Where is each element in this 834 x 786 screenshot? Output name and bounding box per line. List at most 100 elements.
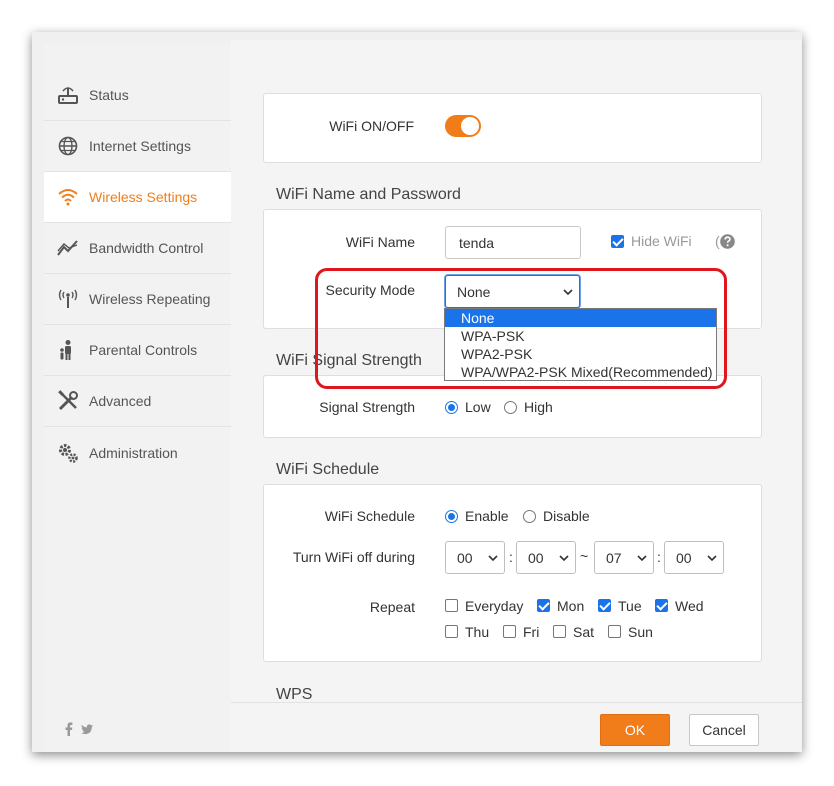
day-thu-checkbox[interactable] <box>445 625 458 638</box>
sidebar-item-label: Advanced <box>89 393 152 409</box>
turn-off-label: Turn WiFi off during <box>292 549 415 565</box>
cancel-button[interactable]: Cancel <box>689 714 759 746</box>
router-admin-window: Status Internet Settings Wireless Settin… <box>32 32 802 752</box>
day-tue-checkbox[interactable] <box>598 599 611 612</box>
time-colon: : <box>509 549 513 565</box>
twitter-icon[interactable] <box>81 722 93 736</box>
sidebar-item-advanced[interactable]: Advanced <box>44 376 231 427</box>
schedule-disable-radio[interactable] <box>523 510 536 523</box>
globe-icon <box>57 135 79 157</box>
wifi-icon <box>57 186 79 208</box>
hide-wifi-label: Hide WiFi <box>631 233 692 249</box>
day-sun-checkbox[interactable] <box>608 625 621 638</box>
sidebar-item-parental-controls[interactable]: Parental Controls <box>44 325 231 376</box>
signal-strength-card: Signal Strength Low High <box>263 375 762 438</box>
start-minute-select[interactable]: 00 <box>516 541 576 574</box>
day-fri-checkbox[interactable] <box>503 625 516 638</box>
chevron-down-icon <box>563 288 573 295</box>
sidebar-item-bandwidth-control[interactable]: Bandwidth Control <box>44 223 231 274</box>
repeat-label: Repeat <box>369 599 415 615</box>
start-hour-value: 00 <box>457 549 473 566</box>
social-links <box>63 722 93 736</box>
dropdown-option-wpa-wpa2-mixed[interactable]: WPA/WPA2-PSK Mixed(Recommended) <box>445 363 716 381</box>
dropdown-option-wpa-psk[interactable]: WPA-PSK <box>445 327 716 345</box>
schedule-disable-label: Disable <box>543 508 590 524</box>
signal-low-label: Low <box>465 399 491 415</box>
security-mode-value: None <box>457 283 491 300</box>
time-range-tilde: ~ <box>580 548 589 564</box>
sidebar-item-administration[interactable]: Administration <box>44 427 231 478</box>
signal-high-radio[interactable] <box>504 401 517 414</box>
day-sat-checkbox[interactable] <box>553 625 566 638</box>
wifi-name-label: WiFi Name <box>345 234 415 250</box>
chevron-down-icon <box>488 554 498 561</box>
chevron-down-icon <box>637 554 647 561</box>
hide-wifi-checkbox[interactable] <box>611 235 624 248</box>
sidebar-item-internet-settings[interactable]: Internet Settings <box>44 121 231 172</box>
section-title-name-password: WiFi Name and Password <box>276 186 461 203</box>
sidebar-item-label: Bandwidth Control <box>89 240 204 256</box>
wifi-switch-label: WiFi ON/OFF <box>329 118 414 134</box>
day-wed-label: Wed <box>675 598 704 614</box>
dropdown-option-wpa2-psk[interactable]: WPA2-PSK <box>445 345 716 363</box>
day-mon-label: Mon <box>557 598 585 614</box>
signal-high-label: High <box>524 399 553 415</box>
day-thu-label: Thu <box>465 624 490 640</box>
dropdown-option-none[interactable]: None <box>445 309 716 327</box>
wifi-name-value: tenda <box>459 234 495 251</box>
section-title-signal-strength: WiFi Signal Strength <box>276 352 422 369</box>
antenna-icon <box>57 288 79 310</box>
sidebar-item-label: Administration <box>89 444 178 461</box>
end-minute-value: 00 <box>676 549 692 566</box>
sidebar-item-label: Internet Settings <box>89 138 191 154</box>
start-minute-value: 00 <box>528 549 544 566</box>
family-icon <box>57 339 79 361</box>
main-content: WiFi ON/OFF WiFi Name and Password WiFi … <box>231 40 802 752</box>
chart-line-icon <box>57 237 79 259</box>
time-colon: : <box>657 549 661 565</box>
day-tue-label: Tue <box>618 598 642 614</box>
day-fri-label: Fri <box>523 624 540 640</box>
security-mode-dropdown-list: None WPA-PSK WPA2-PSK WPA/WPA2-PSK Mixed… <box>444 308 717 381</box>
day-everyday-label: Everyday <box>465 598 524 614</box>
schedule-enable-label: Enable <box>465 508 509 524</box>
day-everyday-checkbox[interactable] <box>445 599 458 612</box>
ok-button[interactable]: OK <box>600 714 670 746</box>
start-hour-select[interactable]: 00 <box>445 541 505 574</box>
end-hour-value: 07 <box>606 549 622 566</box>
tools-icon <box>57 390 79 412</box>
chevron-down-icon <box>707 554 717 561</box>
sidebar-item-status[interactable]: Status <box>44 70 231 121</box>
security-mode-label: Security Mode <box>325 282 415 298</box>
schedule-enable-radio[interactable] <box>445 510 458 523</box>
day-mon-checkbox[interactable] <box>537 599 550 612</box>
signal-low-radio[interactable] <box>445 401 458 414</box>
wifi-name-input[interactable]: tenda <box>445 226 581 259</box>
end-hour-select[interactable]: 07 <box>594 541 654 574</box>
footer-bar: OK Cancel <box>231 702 802 752</box>
wifi-switch-card: WiFi ON/OFF <box>263 93 762 163</box>
end-minute-select[interactable]: 00 <box>664 541 724 574</box>
schedule-card: WiFi Schedule Enable Disable Turn WiFi o… <box>263 484 762 662</box>
help-paren: ( <box>715 233 720 249</box>
security-mode-select[interactable]: None <box>445 275 580 308</box>
chevron-down-icon <box>559 554 569 561</box>
wifi-schedule-label: WiFi Schedule <box>324 508 415 524</box>
day-sun-label: Sun <box>628 624 653 640</box>
sidebar-item-label: Status <box>89 87 129 103</box>
help-icon[interactable] <box>720 234 735 249</box>
sidebar-item-wireless-settings[interactable]: Wireless Settings <box>44 172 231 223</box>
sidebar-item-label: Parental Controls <box>89 342 198 358</box>
sidebar-item-label: Wireless Settings <box>89 189 198 205</box>
sidebar-item-label: Wireless Repeating <box>89 291 211 307</box>
router-icon <box>57 84 79 106</box>
facebook-icon[interactable] <box>63 722 75 736</box>
sidebar: Status Internet Settings Wireless Settin… <box>44 44 231 752</box>
day-sat-label: Sat <box>573 624 595 640</box>
signal-strength-label: Signal Strength <box>319 399 415 415</box>
sidebar-item-wireless-repeating[interactable]: Wireless Repeating <box>44 274 231 325</box>
wifi-toggle[interactable] <box>445 115 481 137</box>
section-title-schedule: WiFi Schedule <box>276 461 380 478</box>
day-wed-checkbox[interactable] <box>655 599 668 612</box>
gears-icon <box>57 442 79 464</box>
